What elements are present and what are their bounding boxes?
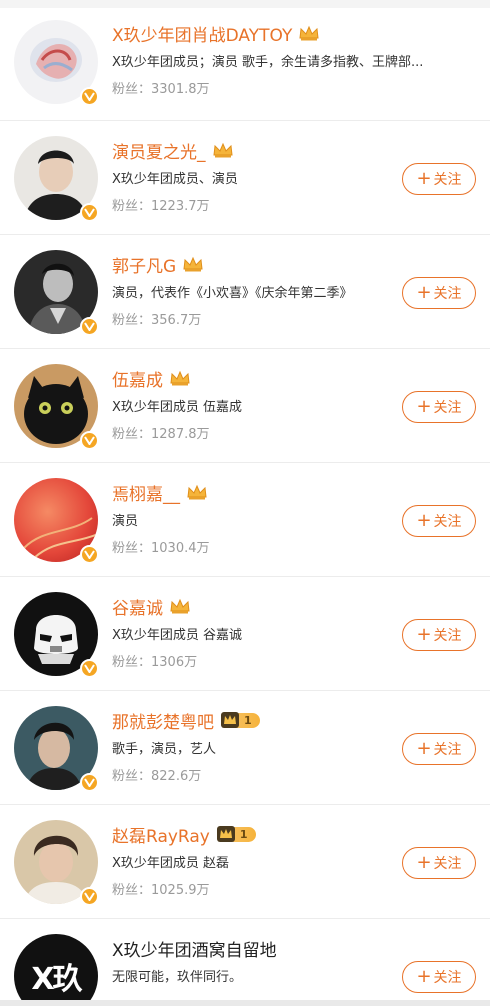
verified-badge-icon (80, 431, 99, 450)
follow-label: 关注 (433, 856, 462, 872)
list-item[interactable]: 那就彭楚粤吧 1 歌手，演员，艺人 粉丝：822.6万 + 关注 (0, 691, 490, 805)
user-info: 谷嘉诚 X玖少年团成员 谷嘉诚 粉丝：1306万 (112, 593, 390, 671)
user-info: 演员夏之光_ X玖少年团成员、演员 粉丝：1223.7万 (112, 137, 390, 215)
plus-icon: + (416, 966, 432, 987)
plus-icon: + (416, 396, 432, 417)
verified-badge-icon (80, 203, 99, 222)
follow-label: 关注 (433, 970, 462, 986)
fan-count: 粉丝：1030.4万 (112, 541, 210, 556)
user-name[interactable]: 焉栩嘉__ (112, 480, 180, 505)
plus-icon: + (416, 168, 432, 189)
crown-icon (298, 25, 320, 41)
list-item[interactable]: X玖 X玖少年团酒窝自留地 无限可能，玖伴同行。 + 关注 (0, 919, 490, 1006)
plus-icon: + (416, 852, 432, 873)
crown-icon (212, 142, 234, 158)
user-name[interactable]: 那就彭楚粤吧 (112, 708, 214, 733)
crown-icon (186, 484, 208, 500)
user-info: 那就彭楚粤吧 1 歌手，演员，艺人 粉丝：822.6万 (112, 707, 390, 784)
fan-count: 粉丝：1025.9万 (112, 883, 210, 898)
follow-button[interactable]: + 关注 (402, 961, 476, 993)
follow-label: 关注 (433, 514, 462, 530)
plus-icon: + (416, 282, 432, 303)
list-item[interactable]: 谷嘉诚 X玖少年团成员 谷嘉诚 粉丝：1306万 + 关注 (0, 577, 490, 691)
verified-badge-icon (80, 87, 99, 106)
user-name[interactable]: X玖少年团肖战DAYTOY (112, 21, 292, 46)
follow-label: 关注 (433, 172, 462, 188)
user-info: X玖少年团酒窝自留地 无限可能，玖伴同行。 (112, 935, 390, 986)
follow-label: 关注 (433, 742, 462, 758)
user-name[interactable]: 伍嘉成 (112, 366, 163, 391)
list-item[interactable]: 演员夏之光_ X玖少年团成员、演员 粉丝：1223.7万 + 关注 (0, 121, 490, 235)
follow-button[interactable]: + 关注 (402, 847, 476, 879)
follow-button[interactable]: + 关注 (402, 733, 476, 765)
plus-icon: + (416, 510, 432, 531)
avatar-logo-text: X玖 (31, 962, 82, 997)
verified-badge-icon (80, 773, 99, 792)
plus-icon: + (416, 738, 432, 759)
follow-button[interactable]: + 关注 (402, 505, 476, 537)
fan-count: 粉丝：356.7万 (112, 313, 202, 328)
user-name[interactable]: 谷嘉诚 (112, 594, 163, 619)
plus-icon: + (416, 624, 432, 645)
crown-icon (221, 712, 239, 728)
user-description: X玖少年团成员；演员 歌手，余生请多指教、王牌部... (112, 55, 424, 70)
fan-count: 粉丝：1223.7万 (112, 199, 210, 214)
follow-button[interactable]: + 关注 (402, 391, 476, 423)
user-list: X玖少年团肖战DAYTOY X玖少年团成员；演员 歌手，余生请多指教、王牌部..… (0, 8, 490, 1006)
user-name[interactable]: X玖少年团酒窝自留地 (112, 936, 277, 961)
follow-button[interactable]: + 关注 (402, 277, 476, 309)
top-divider (0, 0, 490, 8)
bottom-edge (0, 1000, 490, 1006)
level-badge: 1 (220, 711, 260, 729)
fan-count: 粉丝：822.6万 (112, 769, 202, 784)
level-badge: 1 (216, 825, 256, 843)
verified-badge-icon (80, 887, 99, 906)
user-info: 赵磊RayRay 1 X玖少年团成员 赵磊 粉丝：1025.9万 (112, 821, 390, 898)
crown-icon (169, 370, 191, 386)
user-info: 伍嘉成 X玖少年团成员 伍嘉成 粉丝：1287.8万 (112, 365, 390, 443)
fan-count: 粉丝：1287.8万 (112, 427, 210, 442)
user-name[interactable]: 赵磊RayRay (112, 822, 210, 847)
user-info: 郭子凡G 演员，代表作《小欢喜》《庆余年第二季》 粉丝：356.7万 (112, 251, 390, 329)
follow-button[interactable]: + 关注 (402, 163, 476, 195)
user-info: X玖少年团肖战DAYTOY X玖少年团成员；演员 歌手，余生请多指教、王牌部..… (112, 20, 423, 98)
follow-label: 关注 (433, 628, 462, 644)
list-item[interactable]: 赵磊RayRay 1 X玖少年团成员 赵磊 粉丝：1025.9万 + 关注 (0, 805, 490, 919)
fan-count: 粉丝：3301.8万 (112, 82, 210, 97)
user-info: 焉栩嘉__ 演员 粉丝：1030.4万 (112, 479, 390, 557)
follow-label: 关注 (433, 286, 462, 302)
verified-badge-icon (80, 317, 99, 336)
follow-label: 关注 (433, 400, 462, 416)
list-item[interactable]: 焉栩嘉__ 演员 粉丝：1030.4万 + 关注 (0, 463, 490, 577)
list-item[interactable]: 伍嘉成 X玖少年团成员 伍嘉成 粉丝：1287.8万 + 关注 (0, 349, 490, 463)
verified-badge-icon (80, 545, 99, 564)
crown-icon (169, 598, 191, 614)
verified-badge-icon (80, 659, 99, 678)
crown-icon (216, 826, 235, 842)
user-name[interactable]: 郭子凡G (112, 252, 176, 277)
crown-icon (182, 256, 204, 272)
fan-count: 粉丝：1306万 (112, 655, 198, 670)
avatar[interactable]: X玖 (14, 934, 98, 1006)
user-name[interactable]: 演员夏之光_ (112, 138, 206, 163)
list-item[interactable]: X玖少年团肖战DAYTOY X玖少年团成员；演员 歌手，余生请多指教、王牌部..… (0, 8, 490, 121)
follow-button[interactable]: + 关注 (402, 619, 476, 651)
list-item[interactable]: 郭子凡G 演员，代表作《小欢喜》《庆余年第二季》 粉丝：356.7万 + 关注 (0, 235, 490, 349)
